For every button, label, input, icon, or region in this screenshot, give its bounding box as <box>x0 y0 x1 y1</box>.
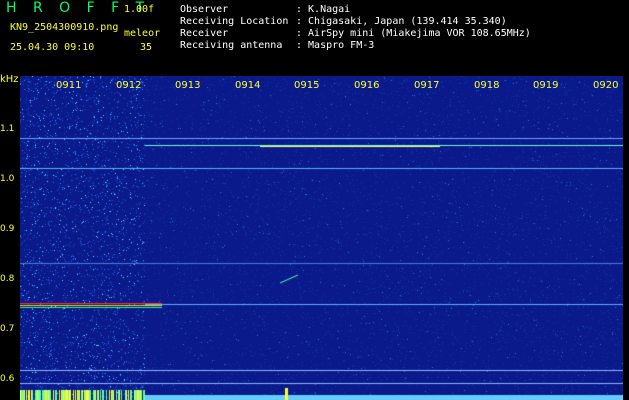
x-tick: 0912 <box>116 80 142 91</box>
x-tick: 0913 <box>175 80 201 91</box>
spectrogram-canvas <box>20 76 623 400</box>
meteor-count: 35 <box>140 42 153 53</box>
y-tick: 0.9 <box>0 224 15 234</box>
receiver-value: : AirSpy mini (Miakejima VOR 108.65MHz) <box>296 28 531 39</box>
x-tick: 0919 <box>533 80 559 91</box>
x-tick: 0916 <box>354 80 380 91</box>
y-tick: 0.6 <box>0 374 15 384</box>
antenna-label: Receiving antenna <box>180 40 283 51</box>
x-tick: 0920 <box>593 80 619 91</box>
observer-label: Observer <box>180 4 229 15</box>
file-name: KN9_2504300910.png <box>10 22 119 33</box>
y-tick: 1.1 <box>0 124 15 134</box>
y-tick: 0.8 <box>0 274 15 284</box>
location-value: : Chigasaki, Japan (139.414 35.340) <box>296 16 507 27</box>
date-time: 25.04.30 09:10 <box>10 42 95 53</box>
x-tick: 0915 <box>294 80 320 91</box>
antenna-value: : Maspro FM-3 <box>296 40 375 51</box>
x-tick: 0911 <box>56 80 82 91</box>
x-tick: 0914 <box>235 80 261 91</box>
receiver-label: Receiver <box>180 28 229 39</box>
version-label: 1.00f <box>124 4 155 15</box>
location-label: Receiving Location <box>180 16 289 27</box>
meteor-label: meleor <box>124 28 161 39</box>
spectrogram <box>20 76 623 400</box>
y-tick: 1.0 <box>0 174 15 184</box>
y-axis-unit: kHz <box>0 74 19 85</box>
y-tick: 0.7 <box>0 324 15 334</box>
x-tick: 0917 <box>414 80 440 91</box>
observer-value: : K.Nagai <box>296 4 351 15</box>
x-tick: 0918 <box>474 80 500 91</box>
